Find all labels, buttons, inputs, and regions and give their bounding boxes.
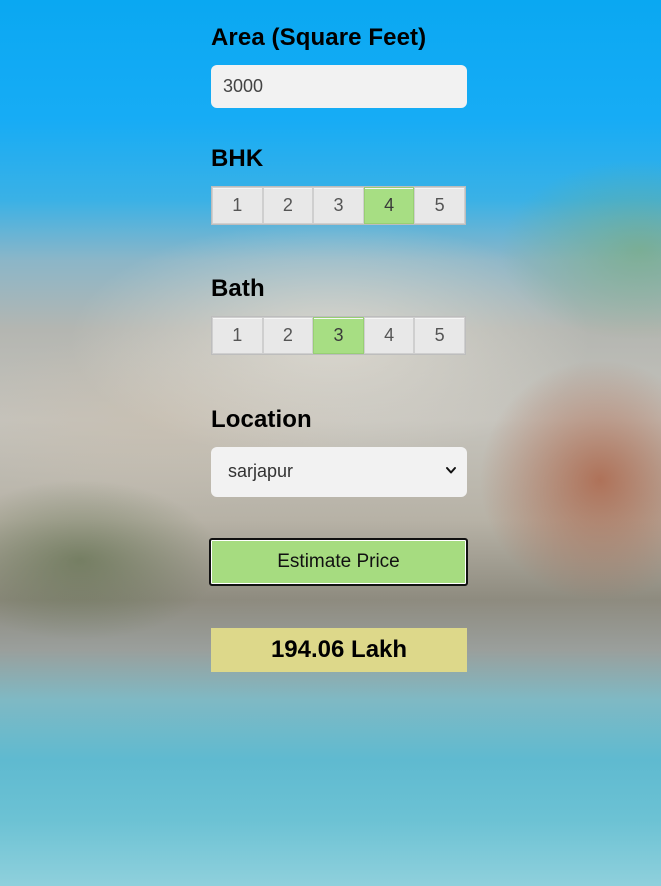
bhk-option-3[interactable]: 3 [313, 187, 364, 224]
chevron-down-icon [446, 467, 456, 474]
location-selected-value: sarjapur [228, 461, 294, 481]
bath-selector: 1 2 3 4 5 [211, 316, 466, 355]
bath-option-4[interactable]: 4 [363, 317, 415, 354]
bhk-option-5[interactable]: 5 [414, 187, 465, 224]
bath-option-2[interactable]: 2 [262, 317, 314, 354]
bath-label: Bath [211, 275, 265, 302]
location-select[interactable]: sarjapur [211, 447, 467, 497]
bhk-label: BHK [211, 145, 264, 172]
blurred-house-background [0, 0, 661, 886]
bhk-option-2[interactable]: 2 [262, 187, 314, 224]
estimate-price-button[interactable]: Estimate Price [209, 538, 468, 586]
bhk-option-4[interactable]: 4 [363, 187, 415, 224]
bhk-option-1[interactable]: 1 [212, 187, 263, 224]
bath-option-3[interactable]: 3 [313, 317, 364, 354]
bath-option-5[interactable]: 5 [414, 317, 465, 354]
area-label: Area (Square Feet) [211, 24, 427, 51]
area-input[interactable]: 3000 [211, 65, 467, 108]
location-label: Location [211, 406, 312, 433]
bhk-selector: 1 2 3 4 5 [211, 186, 466, 225]
estimated-price-result: 194.06 Lakh [211, 628, 467, 672]
bath-option-1[interactable]: 1 [212, 317, 263, 354]
